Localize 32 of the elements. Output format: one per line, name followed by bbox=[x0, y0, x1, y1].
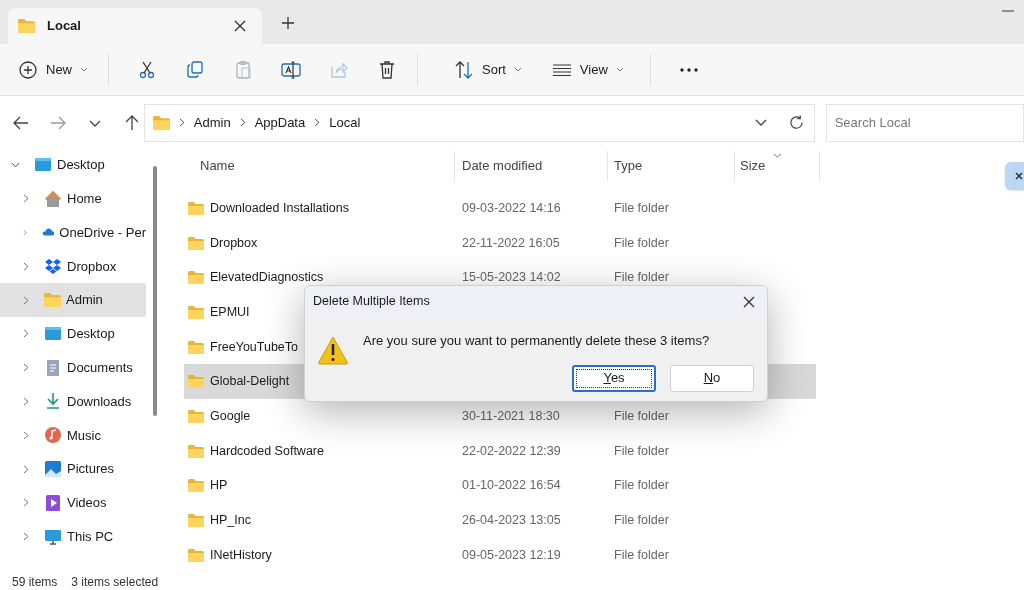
tab-title: Local bbox=[47, 17, 82, 36]
file-name: INetHistory bbox=[210, 546, 272, 564]
file-name: HP bbox=[210, 477, 228, 495]
file-name: Hardcoded Software bbox=[210, 442, 324, 460]
file-name: Google bbox=[210, 408, 251, 426]
file-name: ElevatedDiagnostics bbox=[210, 269, 324, 287]
selection-count: 3 items selected bbox=[71, 574, 159, 590]
date-cell: 15-05-2023 14:02 bbox=[462, 270, 561, 285]
date-cell: 01-10-2022 16:54 bbox=[462, 478, 561, 493]
type-cell: File folder bbox=[614, 270, 669, 285]
date-cell: 22-11-2022 16:05 bbox=[462, 235, 560, 250]
file-name: Global-Delight bbox=[210, 373, 290, 391]
dialog-message: Are you sure you want to permanently delete these 3 items? bbox=[363, 332, 711, 350]
type-cell: File folder bbox=[614, 409, 669, 424]
file-name: EPMUI bbox=[210, 304, 250, 322]
file-name: FreeYouTubeTo bbox=[210, 338, 299, 356]
date-cell: 26-04-2023 13:05 bbox=[462, 513, 561, 528]
type-cell: File folder bbox=[614, 478, 669, 493]
date-cell: 22-02-2022 12:39 bbox=[462, 443, 561, 458]
item-count: 59 items bbox=[12, 574, 58, 590]
file-name: Dropbox bbox=[210, 234, 258, 252]
type-cell: File folder bbox=[614, 513, 669, 528]
type-cell: File folder bbox=[614, 443, 669, 458]
date-cell: 09-03-2022 14:16 bbox=[462, 200, 561, 215]
date-cell: 09-05-2023 12:19 bbox=[462, 547, 561, 562]
file-name: HP_Inc bbox=[210, 512, 251, 530]
type-cell: File folder bbox=[614, 200, 669, 215]
dialog-title: Delete Multiple Items bbox=[313, 293, 431, 311]
date-cell: 30-11-2021 18:30 bbox=[462, 409, 560, 424]
type-cell: File folder bbox=[614, 235, 669, 250]
type-cell: File folder bbox=[614, 547, 669, 562]
file-name: Downloaded Installations bbox=[210, 199, 349, 217]
